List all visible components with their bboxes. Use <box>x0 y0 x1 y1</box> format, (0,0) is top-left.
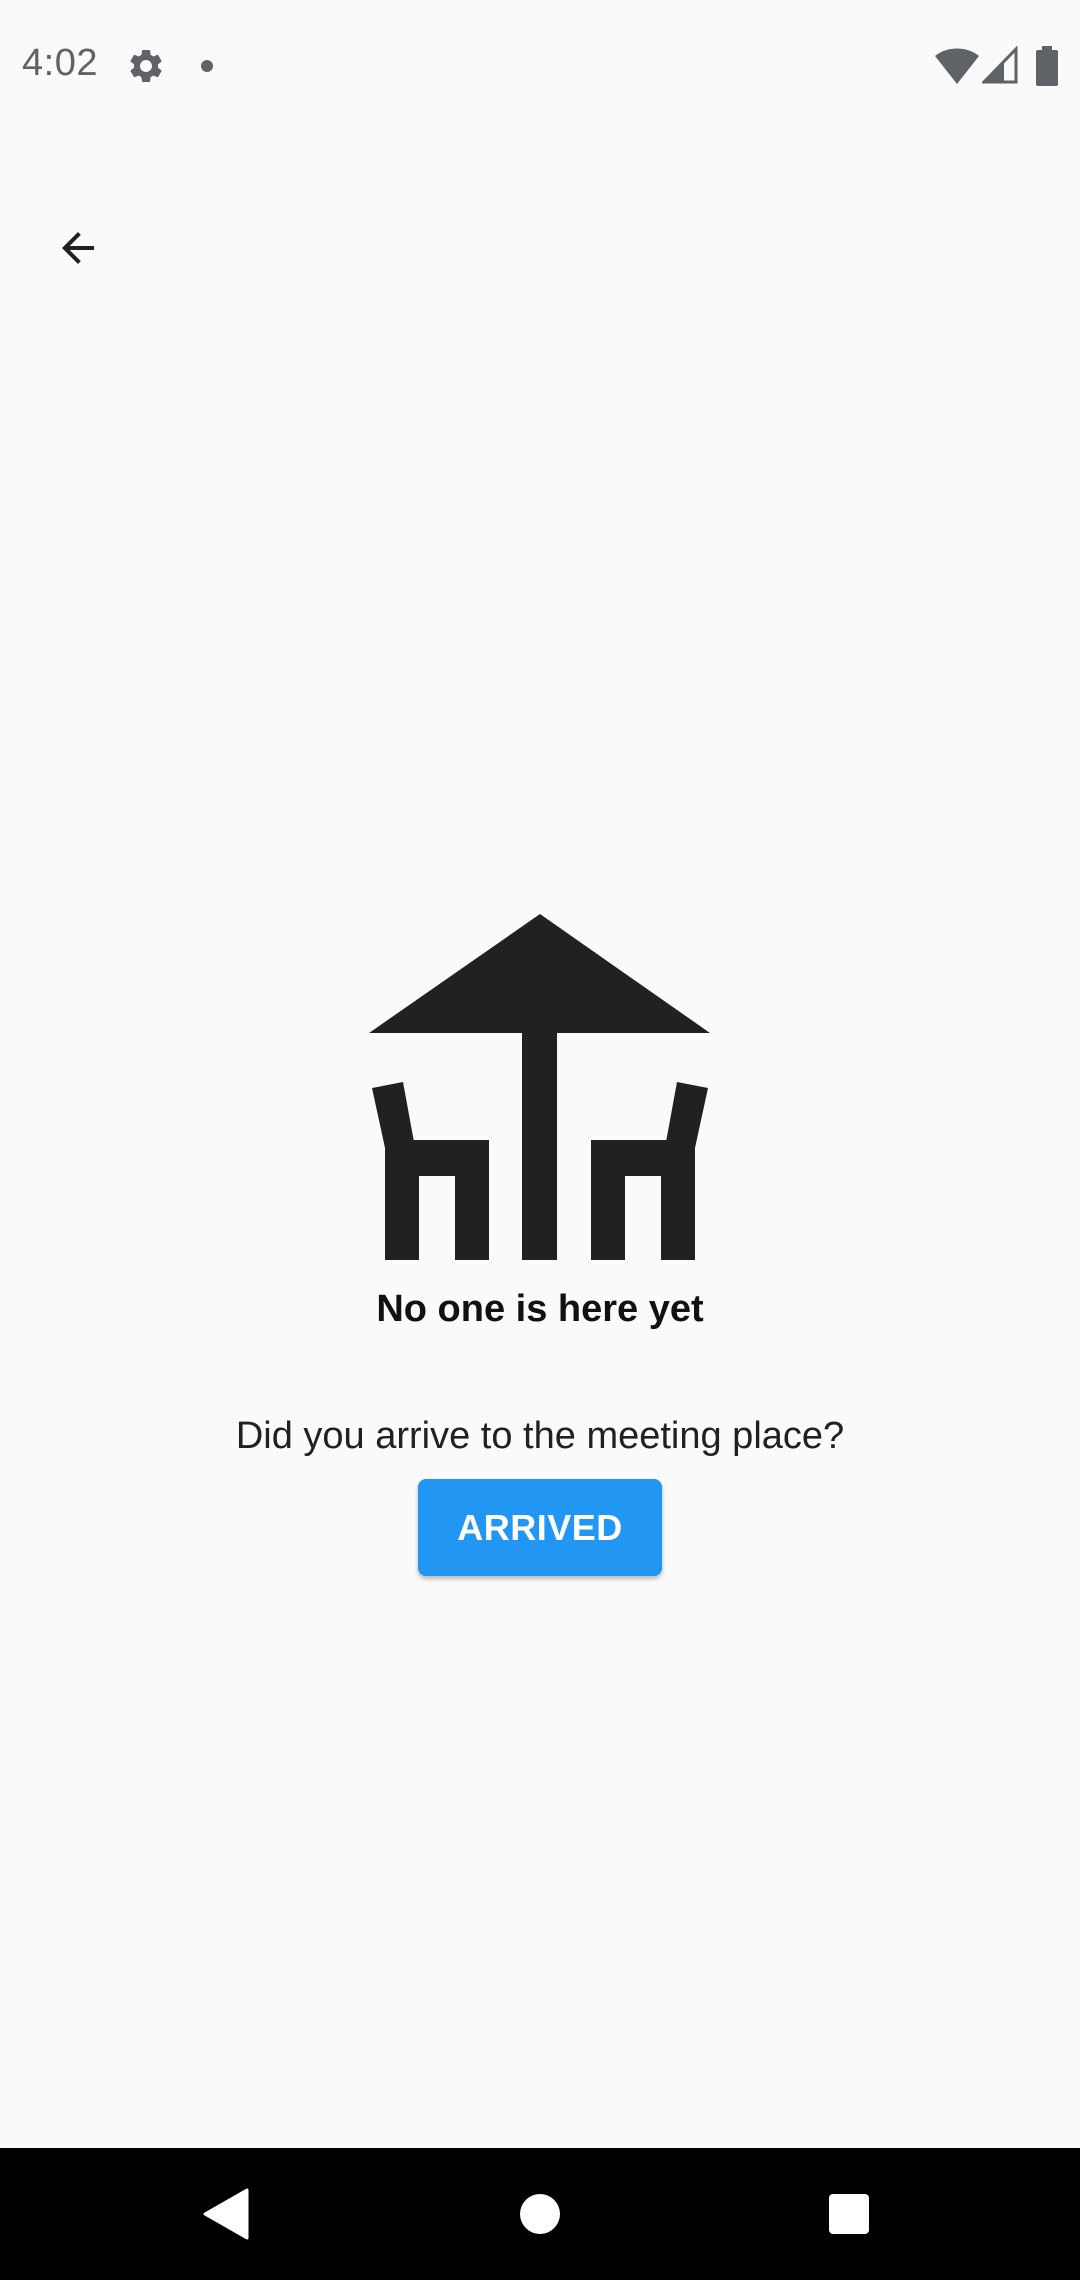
battery-icon <box>1036 46 1058 86</box>
nav-back-icon[interactable] <box>203 2188 249 2240</box>
navigation-bar <box>0 2148 1080 2280</box>
gear-icon <box>130 49 162 82</box>
arrival-question: Did you arrive to the meeting place? <box>235 1415 845 1457</box>
table-umbrella-chairs-icon <box>369 914 710 1260</box>
nav-home-icon[interactable] <box>520 2194 560 2234</box>
arrived-button[interactable]: ARRIVED <box>418 1479 662 1576</box>
nav-recents-icon[interactable] <box>829 2194 869 2234</box>
signal-icon <box>982 46 1018 84</box>
empty-state-title: No one is here yet <box>376 1288 704 1330</box>
status-bar: 4:02 <box>0 0 1080 136</box>
wifi-icon <box>935 48 979 84</box>
arrow-back-icon <box>62 232 94 264</box>
notification-dot-icon <box>201 60 213 72</box>
status-time: 4:02 <box>22 42 98 84</box>
back-button[interactable] <box>38 208 118 288</box>
